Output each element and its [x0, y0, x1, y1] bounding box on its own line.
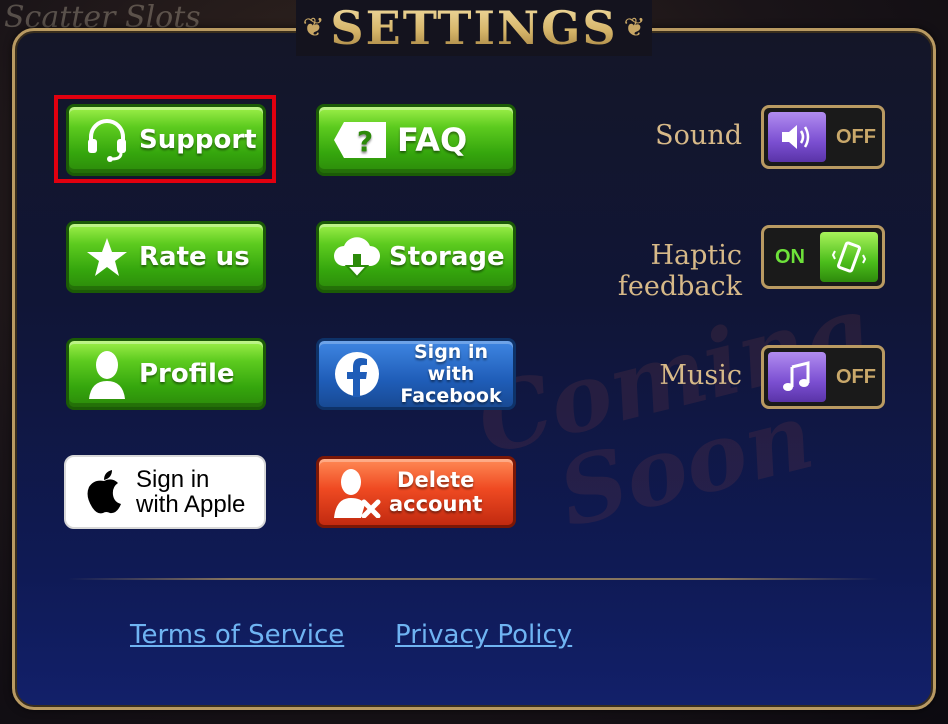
- left-flourish-icon: ❦: [302, 13, 325, 43]
- svg-text:?: ?: [357, 125, 373, 158]
- sound-toggle[interactable]: OFF: [761, 105, 885, 169]
- rate-us-button[interactable]: Rate us: [66, 221, 266, 293]
- profile-button[interactable]: Profile: [66, 338, 266, 410]
- profile-label: Profile: [139, 359, 235, 389]
- facebook-signin-label: Sign in with Facebook: [400, 341, 502, 407]
- apple-icon: [76, 464, 132, 520]
- support-button[interactable]: Support: [66, 104, 266, 176]
- speaker-icon: [768, 112, 826, 162]
- headset-icon: [79, 112, 135, 168]
- vibrating-phone-icon: [820, 232, 878, 282]
- question-tag-icon: ?: [329, 112, 393, 168]
- support-label: Support: [139, 125, 257, 155]
- apple-signin-button[interactable]: Sign in with Apple: [64, 455, 266, 529]
- star-icon: [79, 229, 135, 285]
- coming-soon-watermark: Coming Soon: [466, 274, 880, 549]
- music-state: OFF: [836, 365, 876, 388]
- terms-of-service-link[interactable]: Terms of Service: [130, 620, 344, 650]
- right-flourish-icon: ❦: [623, 13, 646, 43]
- faq-label: FAQ: [397, 121, 468, 159]
- person-remove-icon: [329, 464, 385, 520]
- footer-divider: [68, 578, 878, 580]
- haptic-feedback-state: ON: [775, 245, 805, 268]
- delete-account-button[interactable]: Delete account: [316, 456, 516, 528]
- page-title: SETTINGS: [330, 1, 618, 55]
- privacy-policy-link[interactable]: Privacy Policy: [395, 620, 572, 650]
- faq-button[interactable]: ? FAQ: [316, 104, 516, 176]
- delete-account-label: Delete account: [389, 468, 483, 516]
- rate-us-label: Rate us: [139, 242, 250, 272]
- sound-state: OFF: [836, 125, 876, 148]
- person-silhouette-icon: [79, 346, 135, 402]
- music-toggle[interactable]: OFF: [761, 345, 885, 409]
- apple-signin-label: Sign in with Apple: [136, 466, 246, 518]
- title-banner: ❦ SETTINGS ❦: [296, 0, 652, 56]
- haptic-feedback-toggle[interactable]: ON: [761, 225, 885, 289]
- sound-label: Sound: [655, 120, 742, 151]
- haptic-feedback-label: Haptic feedback: [617, 240, 742, 302]
- facebook-signin-button[interactable]: Sign in with Facebook: [316, 338, 516, 410]
- facebook-icon: [329, 346, 385, 402]
- music-note-icon: [768, 352, 826, 402]
- storage-button[interactable]: Storage: [316, 221, 516, 293]
- cloud-download-icon: [329, 229, 385, 285]
- storage-label: Storage: [389, 242, 505, 272]
- music-label: Music: [659, 360, 742, 391]
